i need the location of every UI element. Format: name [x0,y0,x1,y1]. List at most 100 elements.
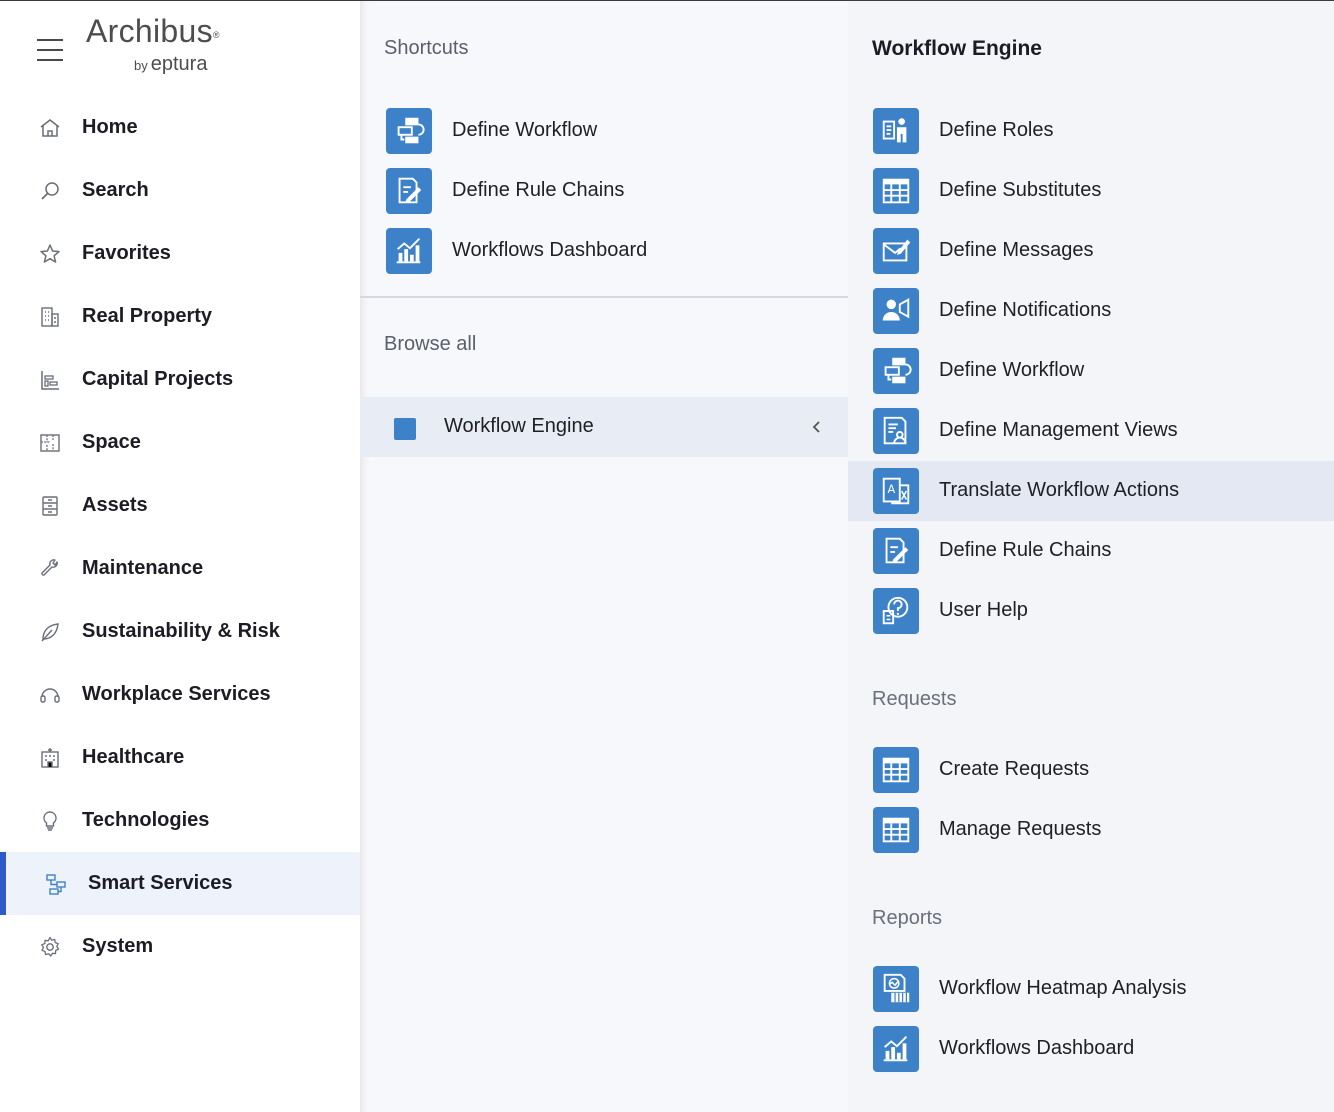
shortcut-define-workflow[interactable]: Define Workflow [360,101,848,161]
menu-item-label: Define Rule Chains [939,539,1112,561]
chevron-right-icon [316,183,330,197]
search-icon [38,179,62,203]
panel-title: Workflow Engine [872,37,1042,60]
sidebar-item-search[interactable]: Search [0,159,360,222]
menu-item-label: Define Substitutes [939,179,1102,201]
menu-item-create-requests[interactable]: Create Requests [848,740,1334,800]
chevron-right-icon [316,813,330,827]
sidebar-item-label: Technologies [82,809,210,831]
table-icon [873,168,919,214]
chevron-right-icon [316,750,330,764]
sidebar-item-capital-projects[interactable]: Capital Projects [0,348,360,411]
menu-item-workflow-heatmap-analysis[interactable]: Workflow Heatmap Analysis [848,959,1334,1019]
sidebar-item-label: Maintenance [82,557,204,579]
shortcut-define-rule-chains[interactable]: Define Rule Chains [360,161,848,221]
menu-item-label: Create Requests [939,758,1090,780]
menu-item-define-rule-chains[interactable]: Define Rule Chains [848,521,1334,581]
menu-item-translate-workflow-actions[interactable]: A Translate Workflow Actions [848,461,1334,521]
menu-item-label: Define Roles [939,119,1054,141]
edit-document-icon [873,528,919,574]
chevron-right-icon [316,561,330,575]
menu-item-manage-requests[interactable]: Manage Requests [848,800,1334,860]
sidebar-item-smart-services[interactable]: Smart Services [0,852,360,915]
menu-item-label: User Help [939,599,1028,621]
cabinet-icon [38,494,62,518]
chevron-left-icon [812,421,820,433]
sidebar-item-label: Smart Services [88,872,233,894]
requests-title: Requests [872,688,957,710]
sidebar-item-label: Home [82,116,138,138]
menu-item-label: Manage Requests [939,818,1102,840]
sidebar-item-label: System [82,935,154,957]
sidebar-item-space[interactable]: Space [0,411,360,474]
hamburger-menu-icon[interactable] [37,39,63,61]
sidebar-item-system[interactable]: System [0,915,360,978]
menu-item-define-workflow[interactable]: Define Workflow [848,341,1334,401]
browse-all-title: Browse all [384,333,477,355]
sidebar-item-healthcare[interactable]: Healthcare [0,726,360,789]
edit-document-icon [386,168,432,214]
menu-item-workflows-dashboard[interactable]: Workflows Dashboard [848,1019,1334,1079]
archibus-logo: Archibus® by eptura [86,13,220,75]
menu-item-label: Translate Workflow Actions [939,479,1180,501]
menu-item-define-roles[interactable]: Define Roles [848,101,1334,161]
menu-item-label: Define Management Views [939,419,1178,441]
sidebar-item-label: Capital Projects [82,368,234,390]
menu-item-label: Define Messages [939,239,1094,261]
sidebar-item-real-property[interactable]: Real Property [0,285,360,348]
category-square-icon [394,418,416,440]
shortcut-label: Define Rule Chains [452,179,625,201]
chevron-right-icon [316,372,330,386]
sidebar-item-assets[interactable]: Assets [0,474,360,537]
chevron-right-icon [316,309,330,323]
chevron-right-icon [316,246,330,260]
menu-item-user-help[interactable]: User Help [848,581,1334,641]
dashboard-chart-icon [386,228,432,274]
sidebar-item-label: Real Property [82,305,213,327]
sidebar-item-label: Space [82,431,141,453]
sidebar-item-label: Favorites [82,242,171,264]
star-icon [38,242,62,266]
menu-item-define-notifications[interactable]: Define Notifications [848,281,1334,341]
roles-icon [873,108,919,154]
user-notification-icon [873,288,919,334]
shortcut-label: Define Workflow [452,119,598,141]
sidebar-item-label: Search [82,179,149,201]
workflow-diagram-icon [873,348,919,394]
dashboard-chart-icon [873,1026,919,1072]
leaf-icon [38,620,62,644]
shortcuts-list: Define Workflow Define Rule Chains Workflo… [360,101,848,281]
sidebar-item-label: Sustainability & Risk [82,620,280,642]
menu-item-define-substitutes[interactable]: Define Substitutes [848,161,1334,221]
shortcuts-title: Shortcuts [384,37,469,59]
sidebar-item-maintenance[interactable]: Maintenance [0,537,360,600]
shortcuts-panel: Shortcuts Define Workflow Define Rule Cha… [360,1,848,1112]
sidebar: Archibus® by eptura Home Search Favorites Re… [0,1,360,1112]
building-icon [38,305,62,329]
chevron-left-icon [322,876,336,890]
sidebar-item-workplace-services[interactable]: Workplace Services [0,663,360,726]
sidebar-item-favorites[interactable]: Favorites [0,222,360,285]
table-icon [873,747,919,793]
sidebar-item-home[interactable]: Home [0,96,360,159]
document-user-icon [873,408,919,454]
help-icon [873,588,919,634]
workflow-diagram-icon [386,108,432,154]
sidebar-item-label: Healthcare [82,746,185,768]
envelope-edit-icon [873,228,919,274]
sidebar-item-sustainability-and-risk[interactable]: Sustainability & Risk [0,600,360,663]
menu-item-define-management-views[interactable]: Define Management Views [848,401,1334,461]
translate-icon: A [873,468,919,514]
menu-item-define-messages[interactable]: Define Messages [848,221,1334,281]
chevron-right-icon [316,687,330,701]
gear-icon [38,935,62,959]
chevron-right-icon [316,939,330,953]
chevron-right-icon [316,624,330,638]
wrench-icon [38,557,62,581]
shortcut-workflows-dashboard[interactable]: Workflows Dashboard [360,221,848,281]
browse-item-workflow-engine[interactable]: Workflow Engine [360,397,848,457]
floorplan-icon [38,431,62,455]
workflow-engine-panel: Workflow Engine Define Roles Define Subst… [848,1,1334,1112]
sidebar-item-technologies[interactable]: Technologies [0,789,360,852]
sidebar-item-label: Assets [82,494,148,516]
